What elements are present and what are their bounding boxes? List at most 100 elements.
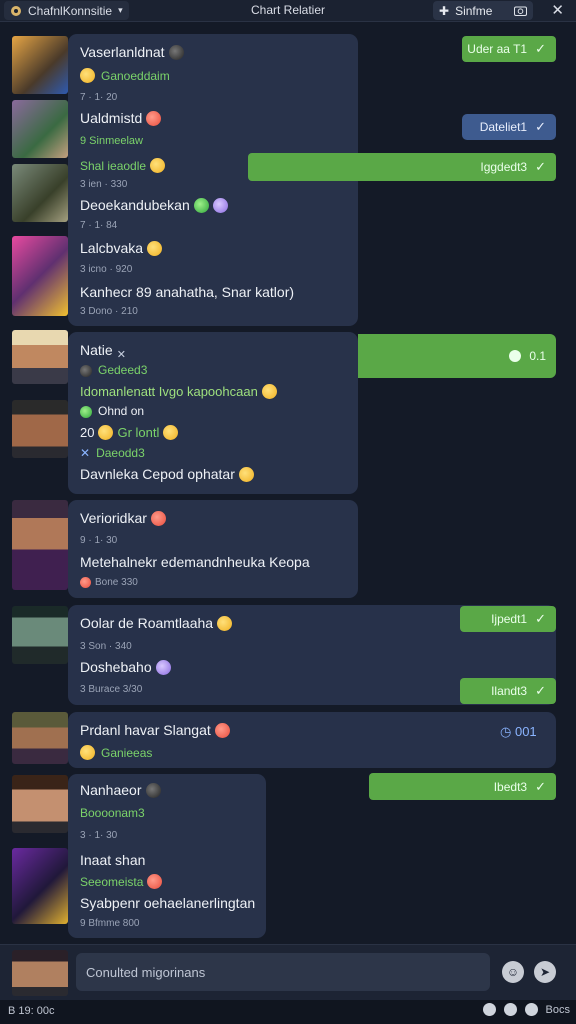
camera-icon[interactable]	[514, 5, 527, 16]
my-avatar[interactable]	[12, 950, 68, 996]
contact-status: Ganieeas	[80, 745, 152, 760]
message-text: Idomanlenatt Ivgo kapoohcaan	[80, 384, 277, 399]
message-text: Doshebaho	[80, 659, 171, 675]
reply-bubble[interactable]: Iggdedt3 ✓	[248, 153, 556, 181]
smile-emoji-icon	[80, 68, 95, 83]
message-time: Bone 330	[80, 577, 138, 588]
close-icon[interactable]: ✕	[551, 1, 564, 19]
check-icon: ✓	[535, 41, 546, 56]
emoji-icon	[168, 45, 184, 60]
avatar[interactable]	[12, 712, 68, 764]
avatar[interactable]	[12, 100, 68, 158]
composer-bar: Conulted migorinans ☺ ➤	[0, 944, 576, 1000]
avatar[interactable]	[12, 775, 68, 833]
contact-name: Oolar de Roamtlaaha	[80, 615, 233, 631]
expand-icon: ✕	[80, 446, 91, 460]
check-icon: ✓	[535, 119, 546, 134]
reply-bubble[interactable]: Dateliet1 ✓	[462, 114, 556, 140]
emoji-icon	[155, 660, 171, 675]
check-icon: ✓	[535, 611, 546, 626]
emoji-icon	[238, 467, 254, 482]
reply-bubble[interactable]: Ijpedt1 ✓	[460, 606, 556, 632]
emoji-icon	[80, 577, 91, 588]
check-icon: ✓	[535, 159, 546, 174]
check-icon: ✓	[535, 778, 546, 794]
avatar[interactable]	[12, 164, 68, 222]
emoji-icon	[214, 723, 230, 738]
reply-text: Uder aa T1	[467, 42, 528, 56]
reply-text: 0.1	[529, 349, 546, 363]
contact-name: Natie ✕	[80, 342, 132, 363]
emoji-icon	[145, 783, 161, 798]
emoji-icon	[163, 425, 179, 440]
message-text: Kanhecr 89 anahatha, Snar katlor)	[80, 284, 295, 300]
avatar[interactable]	[12, 400, 68, 458]
avatar[interactable]	[12, 500, 68, 590]
contact-name: Deoekandubekan	[80, 197, 228, 213]
sparkle-icon: ✕	[116, 349, 126, 361]
contact-name: Verioridkar	[80, 510, 166, 526]
contact-name: Vaserlanldnat	[80, 44, 184, 60]
reply-bubble[interactable]: Ilandt3 ✓	[460, 678, 556, 704]
avatar[interactable]	[12, 236, 68, 316]
contact-status: Gedeed3	[80, 363, 147, 377]
emoji-icon	[261, 384, 277, 399]
clock-icon	[509, 350, 522, 362]
message-text: Davnleka Cepod ophatar	[80, 466, 254, 482]
reply-text: Ijpedt1	[491, 612, 528, 626]
emoji-icon	[150, 511, 166, 526]
message-text: Ohnd on	[80, 404, 144, 418]
contact-name: Lalcbvaka	[80, 240, 163, 256]
emoji-icon	[150, 158, 166, 173]
emoji-icon	[217, 616, 233, 631]
emoji-icon	[212, 198, 228, 213]
message-time: 7 · 1· 84	[80, 220, 118, 231]
sync-icon	[503, 1003, 517, 1016]
chat-app: ChafnlKonnsitie ▾ Chart Relatier ✚ Sinfm…	[0, 0, 576, 1024]
avatar[interactable]	[12, 848, 68, 924]
reply-text: Dateliet1	[479, 120, 528, 134]
contact-status: Boooonam3	[80, 806, 145, 820]
message-time: 3 Dono · 210	[80, 306, 138, 317]
reply-bubble[interactable]: Ibedt3 ✓	[369, 773, 556, 800]
status-right-text: Bocs	[545, 1003, 570, 1016]
emoji-icon	[146, 111, 162, 126]
message-time: 3 · 1· 30	[80, 830, 118, 841]
send-icon[interactable]: ➤	[534, 961, 556, 983]
status-text: B 19: 00c	[8, 1005, 55, 1017]
emoji-icon	[80, 365, 92, 377]
contact-name: Prdanl havar Slangat	[80, 722, 230, 738]
message-time: 3 Son · 340	[80, 641, 132, 652]
emoji-icon	[193, 198, 209, 213]
message-time: 9 · 1· 30	[80, 535, 118, 546]
message-text: 20 Gr lontl	[80, 425, 179, 440]
reply-bubble[interactable]: Uder aa T1 ✓	[462, 36, 556, 62]
emoji-icon	[80, 745, 95, 760]
reply-text: Ilandt3	[491, 684, 528, 698]
message-time: 3 Burace 3/30	[80, 684, 143, 695]
avatar[interactable]	[12, 330, 68, 384]
reply-text: Iggdedt3	[480, 160, 528, 174]
status-label: Sinfme	[455, 3, 493, 18]
notification-icon	[524, 1003, 538, 1016]
avatar[interactable]	[12, 36, 68, 94]
contact-status: Ganoeddaim	[80, 68, 170, 83]
reply-text: Ibedt3	[493, 779, 528, 794]
emoji-picker-icon[interactable]: ☺	[502, 961, 524, 983]
plus-icon: ✚	[439, 3, 450, 18]
reply-status: ◷ 001	[500, 724, 537, 739]
contact-name: Nanhaeor	[80, 782, 161, 798]
check-icon: ✓	[535, 683, 546, 698]
emoji-icon	[147, 241, 163, 256]
emoji-icon	[98, 425, 114, 440]
avatar[interactable]	[12, 606, 68, 664]
message-time: 7 · 1· 20	[80, 92, 118, 103]
contact-note: Shal ieaodle	[80, 158, 166, 173]
emoji-icon	[80, 406, 92, 418]
status-bar: B 19: 00c Bocs	[0, 1000, 576, 1024]
title-bar: ChafnlKonnsitie ▾ Chart Relatier ✚ Sinfm…	[0, 0, 576, 22]
status-toggle[interactable]: ✚ Sinfme	[433, 1, 533, 20]
contact-name: Ualdmistd	[80, 110, 162, 126]
message-input[interactable]: Conulted migorinans	[76, 953, 490, 991]
reply-bubble[interactable]: 0.1	[358, 334, 556, 378]
